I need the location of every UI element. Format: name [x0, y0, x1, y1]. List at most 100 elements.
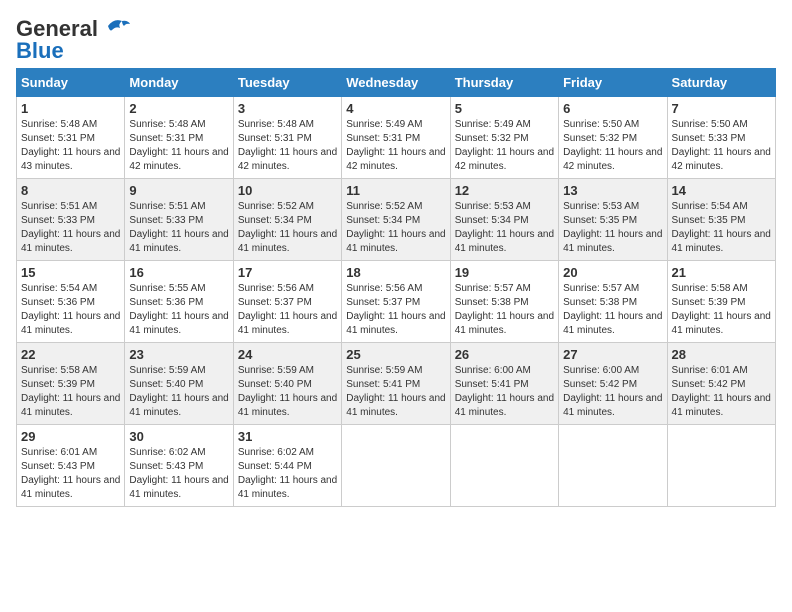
day-number: 14 [672, 183, 771, 198]
calendar-header-row: Sunday Monday Tuesday Wednesday Thursday… [17, 69, 776, 97]
day-info: Sunrise: 5:51 AMSunset: 5:33 PMDaylight:… [129, 200, 228, 256]
day-info: Sunrise: 6:00 AMSunset: 5:42 PMDaylight:… [563, 364, 662, 420]
day-info: Sunrise: 5:51 AMSunset: 5:33 PMDaylight:… [21, 200, 120, 256]
col-friday: Friday [559, 69, 667, 97]
calendar-cell: 4 Sunrise: 5:49 AMSunset: 5:31 PMDaylight… [342, 97, 450, 179]
day-number: 13 [563, 183, 662, 198]
calendar-cell: 15 Sunrise: 5:54 AMSunset: 5:36 PMDayligh… [17, 261, 125, 343]
calendar-cell: 18Sunrise: 5:56 AMSunset: 5:37 PMDayligh… [342, 261, 450, 343]
day-number: 19 [455, 265, 554, 280]
day-number: 10 [238, 183, 337, 198]
calendar-cell: 1Sunrise: 5:48 AMSunset: 5:31 PMDaylight… [17, 97, 125, 179]
day-number: 24 [238, 347, 337, 362]
calendar-cell: 11 Sunrise: 5:52 AMSunset: 5:34 PMDayligh… [342, 179, 450, 261]
day-number: 29 [21, 429, 120, 444]
day-number: 8 [21, 183, 120, 198]
calendar-cell [559, 425, 667, 507]
calendar-cell: 25 Sunrise: 5:59 AMSunset: 5:41 PMDayligh… [342, 343, 450, 425]
day-info: Sunrise: 5:59 AMSunset: 5:40 PMDaylight:… [238, 364, 337, 420]
calendar-cell: 30 Sunrise: 6:02 AMSunset: 5:43 PMDayligh… [125, 425, 233, 507]
day-number: 25 [346, 347, 445, 362]
day-number: 27 [563, 347, 662, 362]
day-info: Sunrise: 5:58 AMSunset: 5:39 PMDaylight:… [672, 282, 771, 338]
day-number: 9 [129, 183, 228, 198]
calendar-cell: 9 Sunrise: 5:51 AMSunset: 5:33 PMDaylight… [125, 179, 233, 261]
day-number: 4 [346, 101, 445, 116]
calendar-week-3: 15 Sunrise: 5:54 AMSunset: 5:36 PMDayligh… [17, 261, 776, 343]
day-number: 1 [21, 101, 120, 116]
day-number: 6 [563, 101, 662, 116]
day-info: Sunrise: 5:55 AMSunset: 5:36 PMDaylight:… [129, 282, 228, 338]
day-info: Sunrise: 5:48 AMSunset: 5:31 PMDaylight:… [238, 118, 337, 174]
calendar-cell: 17Sunrise: 5:56 AMSunset: 5:37 PMDayligh… [233, 261, 341, 343]
col-monday: Monday [125, 69, 233, 97]
col-tuesday: Tuesday [233, 69, 341, 97]
calendar-cell: 20 Sunrise: 5:57 AMSunset: 5:38 PMDayligh… [559, 261, 667, 343]
calendar-cell: 6 Sunrise: 5:50 AMSunset: 5:32 PMDaylight… [559, 97, 667, 179]
day-number: 22 [21, 347, 120, 362]
page-header: General Blue [16, 16, 776, 64]
day-number: 26 [455, 347, 554, 362]
day-number: 17 [238, 265, 337, 280]
day-info: Sunrise: 5:59 AMSunset: 5:41 PMDaylight:… [346, 364, 445, 420]
calendar-week-4: 22 Sunrise: 5:58 AMSunset: 5:39 PMDayligh… [17, 343, 776, 425]
calendar-cell [342, 425, 450, 507]
day-info: Sunrise: 6:00 AMSunset: 5:41 PMDaylight:… [455, 364, 554, 420]
calendar-cell: 29 Sunrise: 6:01 AMSunset: 5:43 PMDayligh… [17, 425, 125, 507]
day-number: 11 [346, 183, 445, 198]
day-number: 7 [672, 101, 771, 116]
logo-blue: Blue [16, 38, 64, 64]
calendar-cell: 12 Sunrise: 5:53 AMSunset: 5:34 PMDayligh… [450, 179, 558, 261]
day-info: Sunrise: 6:01 AMSunset: 5:42 PMDaylight:… [672, 364, 771, 420]
calendar-cell: 2Sunrise: 5:48 AMSunset: 5:31 PMDaylight… [125, 97, 233, 179]
day-number: 30 [129, 429, 228, 444]
day-number: 28 [672, 347, 771, 362]
calendar-cell: 19 Sunrise: 5:57 AMSunset: 5:38 PMDayligh… [450, 261, 558, 343]
day-info: Sunrise: 5:53 AMSunset: 5:34 PMDaylight:… [455, 200, 554, 256]
day-number: 3 [238, 101, 337, 116]
col-wednesday: Wednesday [342, 69, 450, 97]
day-info: Sunrise: 5:53 AMSunset: 5:35 PMDaylight:… [563, 200, 662, 256]
col-sunday: Sunday [17, 69, 125, 97]
calendar-week-5: 29 Sunrise: 6:01 AMSunset: 5:43 PMDayligh… [17, 425, 776, 507]
day-info: Sunrise: 5:49 AMSunset: 5:31 PMDaylight:… [346, 118, 445, 174]
calendar-week-1: 1 Sunrise: 5:48 AMSunset: 5:31 PMDaylight… [17, 97, 776, 179]
calendar-cell: 8 Sunrise: 5:51 AMSunset: 5:33 PMDaylight… [17, 179, 125, 261]
day-info: Sunrise: 6:02 AMSunset: 5:44 PMDaylight:… [238, 446, 337, 502]
calendar-cell: 16Sunrise: 5:55 AMSunset: 5:36 PMDayligh… [125, 261, 233, 343]
day-info: Sunrise: 5:50 AMSunset: 5:32 PMDaylight:… [563, 118, 662, 174]
calendar-cell: 3 Sunrise: 5:48 AMSunset: 5:31 PMDaylight… [233, 97, 341, 179]
day-number: 20 [563, 265, 662, 280]
calendar-cell: 28 Sunrise: 6:01 AMSunset: 5:42 PMDayligh… [667, 343, 775, 425]
col-thursday: Thursday [450, 69, 558, 97]
calendar-cell: 26 Sunrise: 6:00 AMSunset: 5:41 PMDayligh… [450, 343, 558, 425]
day-info: Sunrise: 5:52 AMSunset: 5:34 PMDaylight:… [238, 200, 337, 256]
day-number: 5 [455, 101, 554, 116]
day-number: 23 [129, 347, 228, 362]
calendar-cell: 7Sunrise: 5:50 AMSunset: 5:33 PMDaylight… [667, 97, 775, 179]
day-info: Sunrise: 5:59 AMSunset: 5:40 PMDaylight:… [129, 364, 228, 420]
calendar-cell: 5 Sunrise: 5:49 AMSunset: 5:32 PMDaylight… [450, 97, 558, 179]
logo-bird-icon [100, 16, 130, 38]
calendar-cell: 13 Sunrise: 5:53 AMSunset: 5:35 PMDayligh… [559, 179, 667, 261]
day-info: Sunrise: 5:52 AMSunset: 5:34 PMDaylight:… [346, 200, 445, 256]
day-info: Sunrise: 5:54 AMSunset: 5:35 PMDaylight:… [672, 200, 771, 256]
calendar-cell: 22 Sunrise: 5:58 AMSunset: 5:39 PMDayligh… [17, 343, 125, 425]
day-info: Sunrise: 5:58 AMSunset: 5:39 PMDaylight:… [21, 364, 120, 420]
day-info: Sunrise: 5:57 AMSunset: 5:38 PMDaylight:… [563, 282, 662, 338]
calendar-cell: 24 Sunrise: 5:59 AMSunset: 5:40 PMDayligh… [233, 343, 341, 425]
day-number: 15 [21, 265, 120, 280]
calendar-cell: 21Sunrise: 5:58 AMSunset: 5:39 PMDayligh… [667, 261, 775, 343]
day-info: Sunrise: 5:49 AMSunset: 5:32 PMDaylight:… [455, 118, 554, 174]
day-info: Sunrise: 6:01 AMSunset: 5:43 PMDaylight:… [21, 446, 120, 502]
day-info: Sunrise: 6:02 AMSunset: 5:43 PMDaylight:… [129, 446, 228, 502]
day-info: Sunrise: 5:54 AMSunset: 5:36 PMDaylight:… [21, 282, 120, 338]
day-info: Sunrise: 5:57 AMSunset: 5:38 PMDaylight:… [455, 282, 554, 338]
col-saturday: Saturday [667, 69, 775, 97]
calendar-cell [667, 425, 775, 507]
calendar-cell: 27 Sunrise: 6:00 AMSunset: 5:42 PMDayligh… [559, 343, 667, 425]
day-number: 12 [455, 183, 554, 198]
calendar-week-2: 8 Sunrise: 5:51 AMSunset: 5:33 PMDaylight… [17, 179, 776, 261]
day-info: Sunrise: 5:48 AMSunset: 5:31 PMDaylight:… [129, 118, 228, 174]
day-number: 31 [238, 429, 337, 444]
